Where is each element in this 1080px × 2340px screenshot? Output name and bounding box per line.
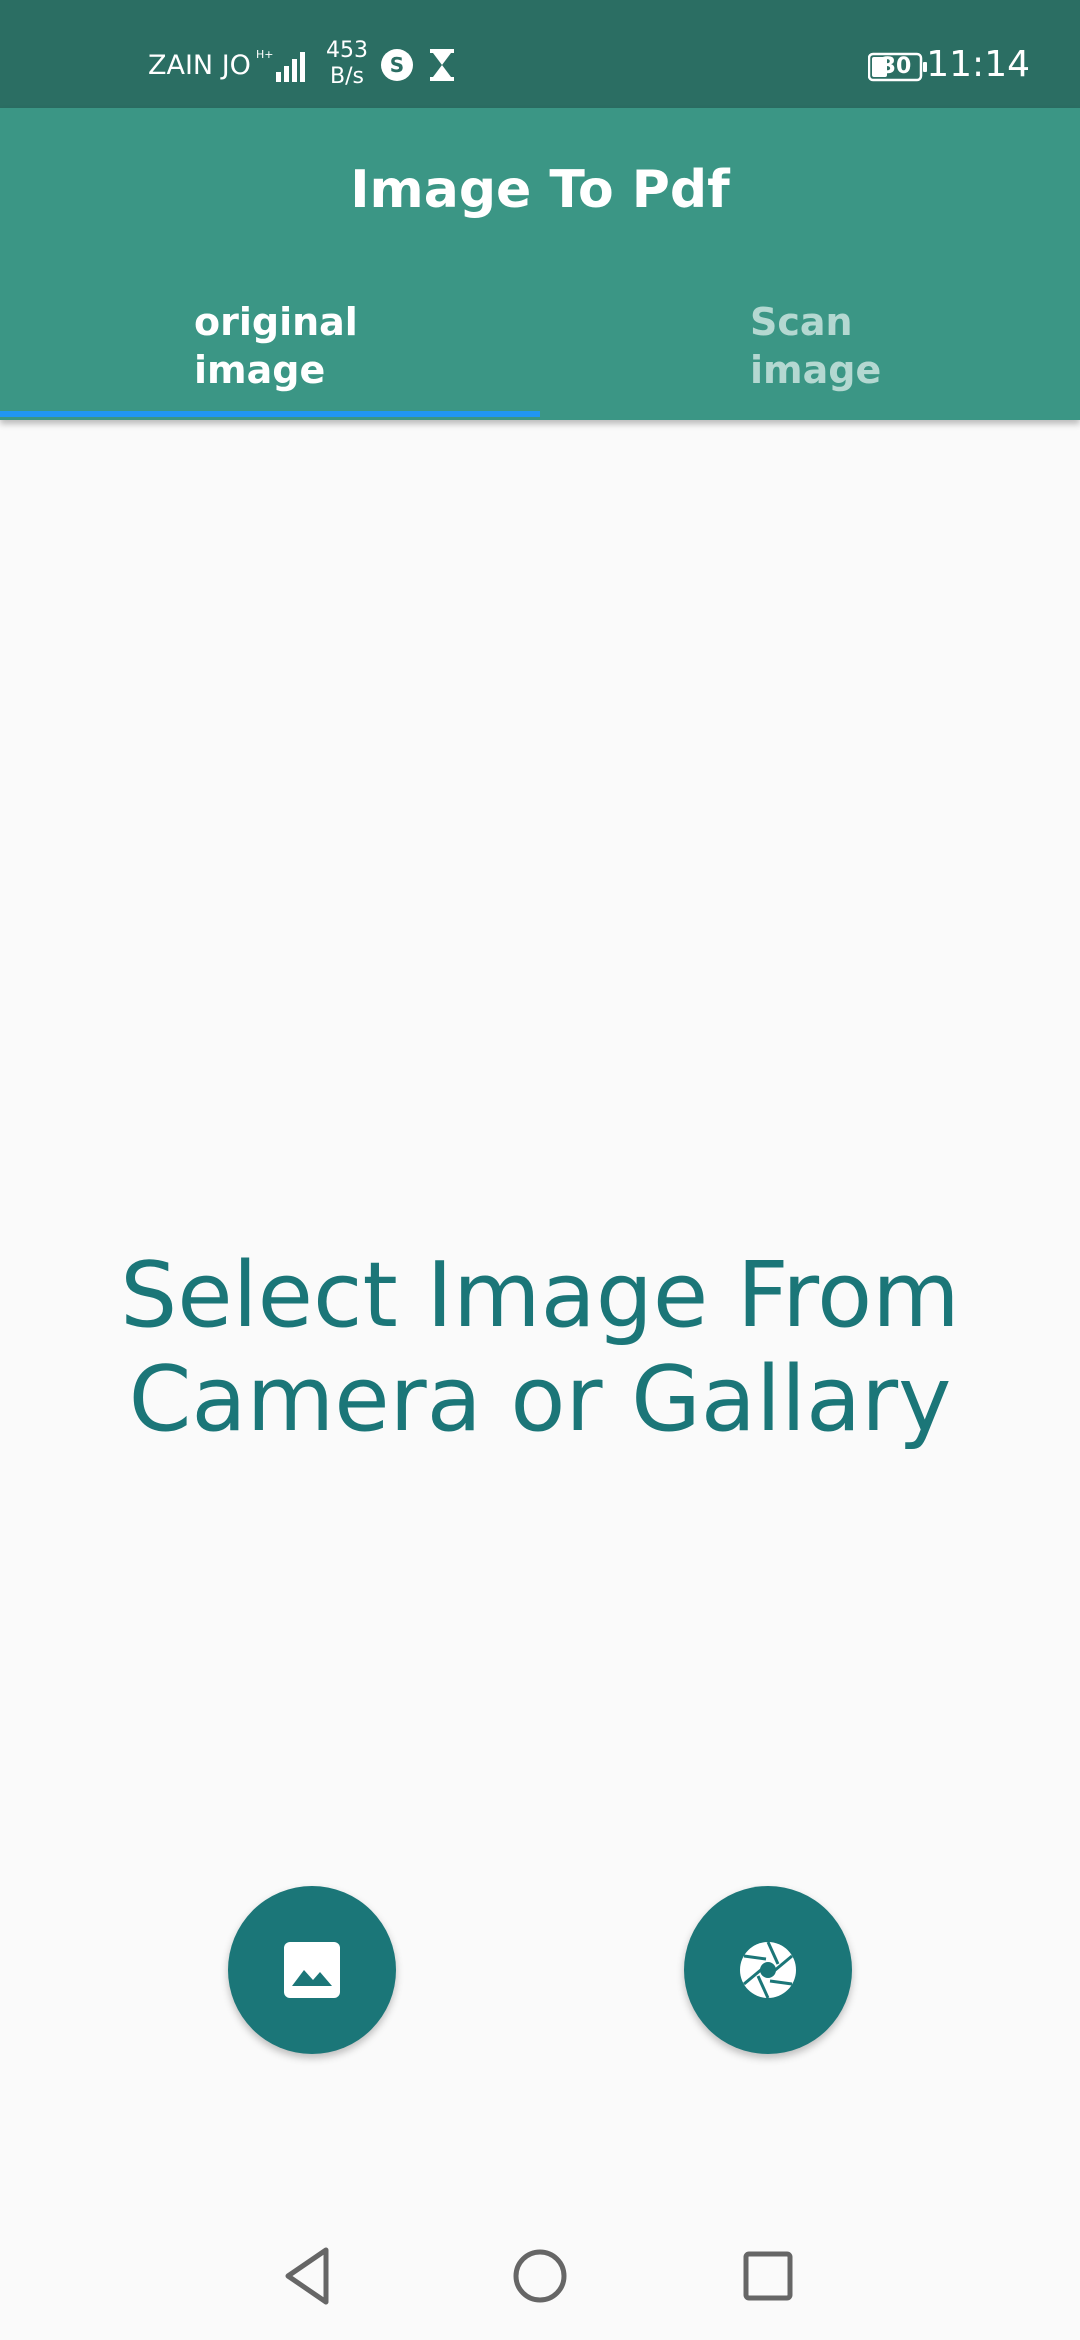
network-speed: 453 B/s (326, 38, 368, 90)
carrier-name: ZAIN JO (148, 50, 251, 81)
back-icon[interactable] (274, 2242, 342, 2310)
clock: 11:14 (926, 44, 1030, 85)
gallery-button[interactable] (228, 1886, 396, 2054)
selected-tab-indicator (0, 411, 540, 417)
sync-s-icon: S (381, 49, 413, 81)
camera-button[interactable] (684, 1886, 852, 2054)
tab-scan-image-label: Scan image (750, 298, 910, 394)
tab-label-line: original (194, 300, 358, 344)
camera-aperture-icon (740, 1941, 796, 1999)
tab-label-line: image (194, 348, 326, 392)
battery-level: 30 (880, 54, 912, 79)
svg-text:S: S (390, 53, 404, 77)
signal-icon: H+ (256, 48, 305, 82)
hourglass-icon (430, 49, 454, 81)
svg-text:H+: H+ (256, 48, 274, 61)
empty-state-line: Camera or Gallary (128, 1347, 952, 1452)
empty-state-message: Select Image From Camera or Gallary (0, 1244, 1080, 1452)
tab-scan-image[interactable]: Scan image (540, 298, 1080, 420)
tab-label-line: Scan (750, 300, 853, 344)
status-bar: ZAIN JO H+ 453 B/s S 30 11:14 (0, 0, 1080, 108)
tab-original-image-label: original image (194, 298, 358, 394)
app-title: Image To Pdf (350, 160, 730, 220)
screen: ZAIN JO H+ 453 B/s S 30 11:14 Image To P… (0, 0, 1080, 2340)
app-bar: Image To Pdf original image Scan image (0, 108, 1080, 420)
tab-label-line: image (750, 348, 882, 392)
tab-original-image[interactable]: original image (0, 298, 540, 420)
image-icon (284, 1942, 340, 1998)
empty-state-line: Select Image From (120, 1243, 960, 1348)
recent-apps-icon[interactable] (734, 2242, 802, 2310)
network-speed-value: 453 (326, 38, 368, 63)
network-speed-unit: B/s (330, 64, 364, 89)
home-icon[interactable] (506, 2242, 574, 2310)
navigation-bar (0, 2212, 1080, 2340)
